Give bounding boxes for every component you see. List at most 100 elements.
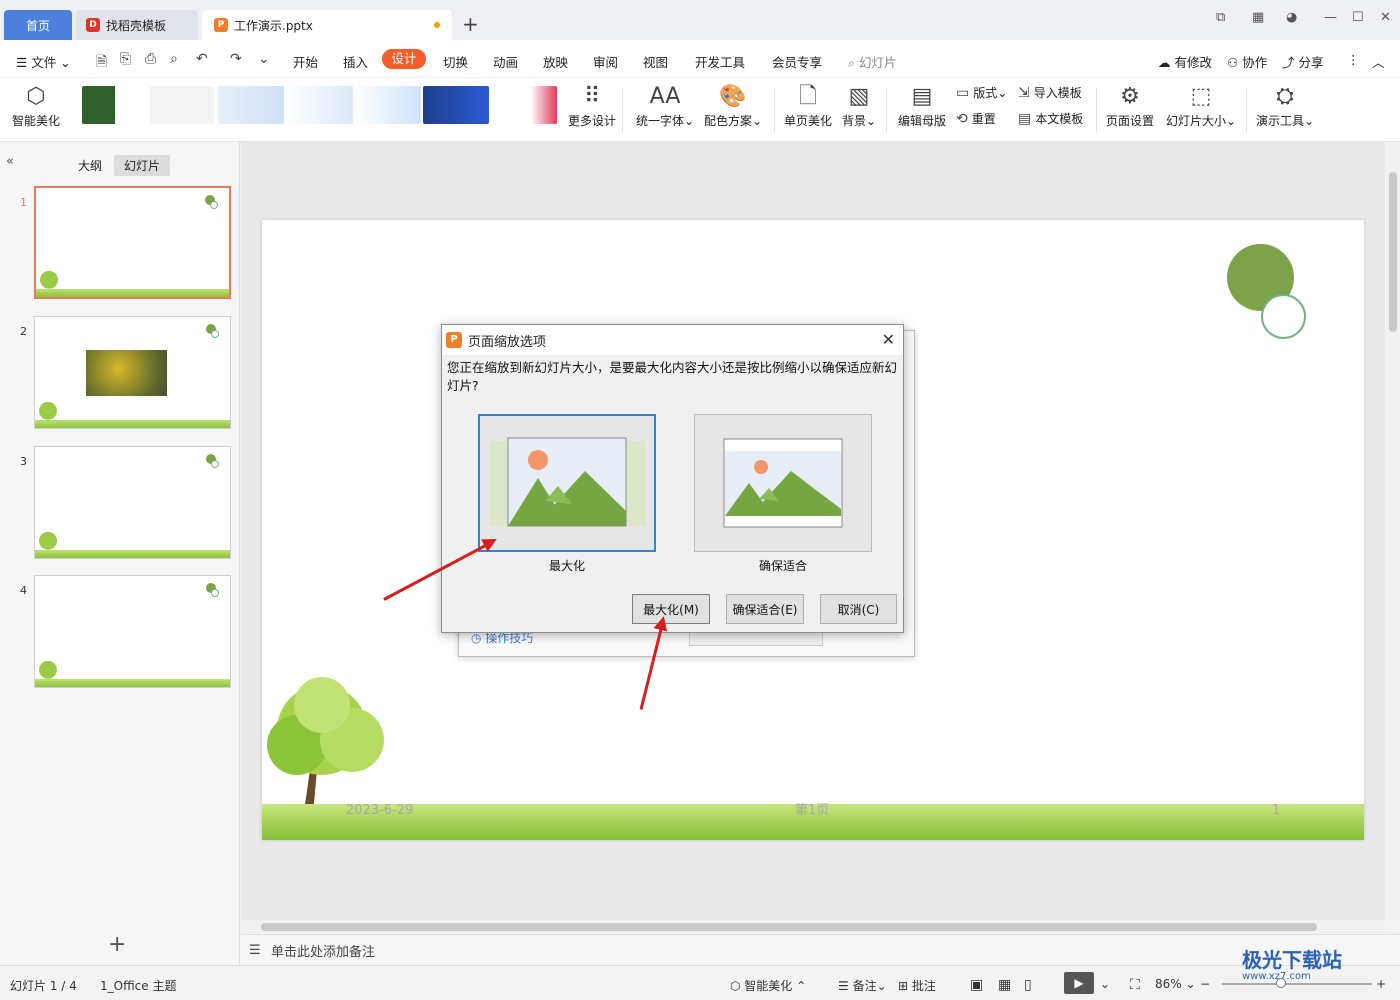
design-template-thumb[interactable] [423, 86, 489, 124]
menu-slideshow[interactable]: 放映 [543, 52, 568, 71]
zoom-in-icon[interactable]: + [1376, 977, 1386, 991]
grid-apps-icon[interactable]: ▦ [1252, 10, 1264, 25]
export-pdf-icon[interactable]: ⎘ [120, 51, 131, 67]
ensure-fit-option[interactable] [694, 414, 872, 552]
slide-thumbnail[interactable] [34, 316, 231, 429]
theme-name[interactable]: 1_Office 主题 [100, 977, 176, 994]
layout-icon: ▭ [956, 84, 970, 101]
search-box[interactable]: ⌕ 幻灯片 [848, 52, 897, 71]
layout-icon[interactable]: ⧉ [1216, 10, 1225, 25]
ribbon-divider [774, 88, 775, 132]
slide-sorter-icon[interactable]: ▦ [998, 977, 1011, 993]
collapse-panel-icon[interactable]: « [6, 154, 14, 169]
slide-size-button[interactable]: ⬚ 幻灯片大小⌄ [1166, 82, 1236, 129]
print-preview-icon[interactable]: ⌕ [170, 51, 178, 67]
design-template-thumb[interactable] [287, 86, 353, 124]
file-menu[interactable]: ☰ 文件 ⌄ [16, 52, 71, 71]
slideshow-options-icon[interactable]: ⌄ [1100, 977, 1110, 991]
menu-insert[interactable]: 插入 [343, 52, 368, 71]
menu-bar: ☰ 文件 ⌄ 🗎 ⎘ ⎙ ⌕ ↶ ↷ ⌄ 开始 插入 设计 切换 动画 放映 审… [0, 40, 1400, 78]
single-page-beautify-button[interactable]: 🗋 单页美化 [784, 82, 832, 129]
add-slide-icon[interactable]: + [108, 932, 126, 957]
play-slideshow-icon[interactable]: ▶ [1064, 972, 1094, 994]
tab-home[interactable]: 首页 [4, 10, 72, 40]
vertical-scrollbar[interactable] [1386, 142, 1400, 920]
import-template-label: 导入模板 [1033, 86, 1082, 100]
normal-view-icon[interactable]: ▣ [970, 977, 983, 993]
menu-animation[interactable]: 动画 [493, 52, 518, 71]
reset-button[interactable]: ⟲ 重置 [956, 110, 996, 127]
tab-find-template[interactable]: D 找稻壳模板 [76, 10, 198, 40]
decor-ring [211, 330, 219, 338]
horizontal-scrollbar[interactable] [241, 920, 1386, 934]
close-window-icon[interactable]: ✕ [1380, 10, 1391, 25]
slide-thumbnail[interactable] [34, 446, 231, 559]
cancel-button[interactable]: 取消(C) [820, 594, 897, 624]
zoom-level[interactable]: 86% ⌄ [1155, 977, 1196, 991]
ensure-fit-button[interactable]: 确保适合(E) [726, 594, 804, 624]
font-icon: AA [649, 84, 681, 109]
fit-window-icon[interactable]: ⛶ [1130, 977, 1140, 993]
tab-document[interactable]: P 工作演示.pptx [202, 10, 452, 40]
maximize-option[interactable] [478, 414, 656, 552]
scrollbar-thumb[interactable] [261, 923, 1317, 931]
menu-view[interactable]: 视图 [643, 52, 668, 71]
menu-developer[interactable]: 开发工具 [695, 52, 745, 71]
share-button[interactable]: ⤴ 分享 [1282, 52, 1324, 71]
this-template-button[interactable]: ▤ 本文模板 [1018, 110, 1083, 127]
dialog-message: 您正在缩放到新幻灯片大小，是要最大化内容大小还是按比例缩小以确保适应新幻灯片? [447, 360, 898, 393]
more-icon[interactable]: ⋮ [1347, 52, 1360, 67]
menu-design[interactable]: 设计 [382, 49, 426, 69]
undo-icon[interactable]: ↶ [196, 51, 208, 67]
unify-font-button[interactable]: AA 统一字体⌄ [636, 82, 694, 129]
color-scheme-button[interactable]: 🎨 配色方案⌄ [704, 82, 762, 129]
smart-beautify-button[interactable]: ⬡ 智能美化 [12, 82, 60, 129]
menu-review[interactable]: 审阅 [593, 52, 618, 71]
more-design-button[interactable]: ⠿ 更多设计 [568, 82, 616, 129]
reading-view-icon[interactable]: ▯ [1024, 977, 1032, 993]
search-placeholder: 幻灯片 [858, 55, 897, 70]
minimize-icon[interactable]: — [1324, 10, 1337, 25]
changes-button[interactable]: ☁ 有修改 [1158, 52, 1212, 71]
customize-toolbar-icon[interactable]: ⌄ [258, 51, 270, 67]
smart-beautify-status[interactable]: ⬡ 智能美化 ⌃ [730, 977, 806, 994]
collaborate-button[interactable]: ⚇ 协作 [1227, 52, 1267, 71]
maximize-illustration [490, 437, 645, 527]
this-template-label: 本文模板 [1035, 112, 1084, 126]
tab-outline[interactable]: 大纲 [68, 155, 112, 176]
design-template-thumb[interactable] [218, 86, 284, 124]
avatar[interactable]: ◕ [1286, 10, 1297, 25]
menu-member[interactable]: 会员专享 [772, 52, 822, 71]
scrollbar-thumb[interactable] [1389, 172, 1397, 332]
slide-thumbnail[interactable] [34, 575, 231, 688]
maximize-button[interactable]: 最大化(M) [632, 594, 710, 624]
notes-toggle[interactable]: ☰ 备注⌄ [838, 977, 887, 994]
design-template-thumb[interactable] [491, 86, 557, 124]
design-template-thumb[interactable] [82, 86, 148, 124]
redo-icon[interactable]: ↷ [230, 51, 242, 67]
print-icon[interactable]: ⎙ [145, 51, 156, 67]
page-setup-button[interactable]: ⚙ 页面设置 [1106, 82, 1154, 129]
zoom-out-icon[interactable]: − [1200, 977, 1210, 991]
layout-button[interactable]: ▭ 版式 ⌄ [956, 84, 1007, 101]
presentation-tools-button[interactable]: ⛭ 演示工具⌄ [1256, 82, 1314, 129]
comments-toggle[interactable]: ⊞ 批注 [898, 977, 936, 994]
import-template-button[interactable]: ⇲ 导入模板 [1018, 84, 1082, 101]
design-template-thumb[interactable] [150, 86, 214, 124]
new-tab-icon[interactable]: + [462, 12, 479, 36]
collapse-ribbon-icon[interactable]: ︿ [1372, 52, 1385, 71]
master-icon: ▤ [911, 84, 933, 109]
design-template-thumb[interactable] [355, 86, 421, 124]
background-button[interactable]: ▧ 背景⌄ [842, 82, 876, 129]
maximize-icon[interactable]: ☐ [1352, 10, 1364, 25]
menu-transition[interactable]: 切换 [443, 52, 468, 71]
tab-slides[interactable]: 幻灯片 [114, 155, 171, 176]
menu-start[interactable]: 开始 [293, 52, 318, 71]
edit-master-button[interactable]: ▤ 编辑母版 [898, 82, 946, 129]
notes-area[interactable]: ☰ 单击此处添加备注 [241, 934, 1400, 965]
ribbon-divider [622, 88, 623, 132]
zoom-slider[interactable] [1222, 983, 1372, 985]
slide-thumbnail[interactable] [34, 186, 231, 299]
save-icon[interactable]: 🗎 [96, 51, 107, 75]
close-icon[interactable]: ✕ [882, 330, 895, 349]
